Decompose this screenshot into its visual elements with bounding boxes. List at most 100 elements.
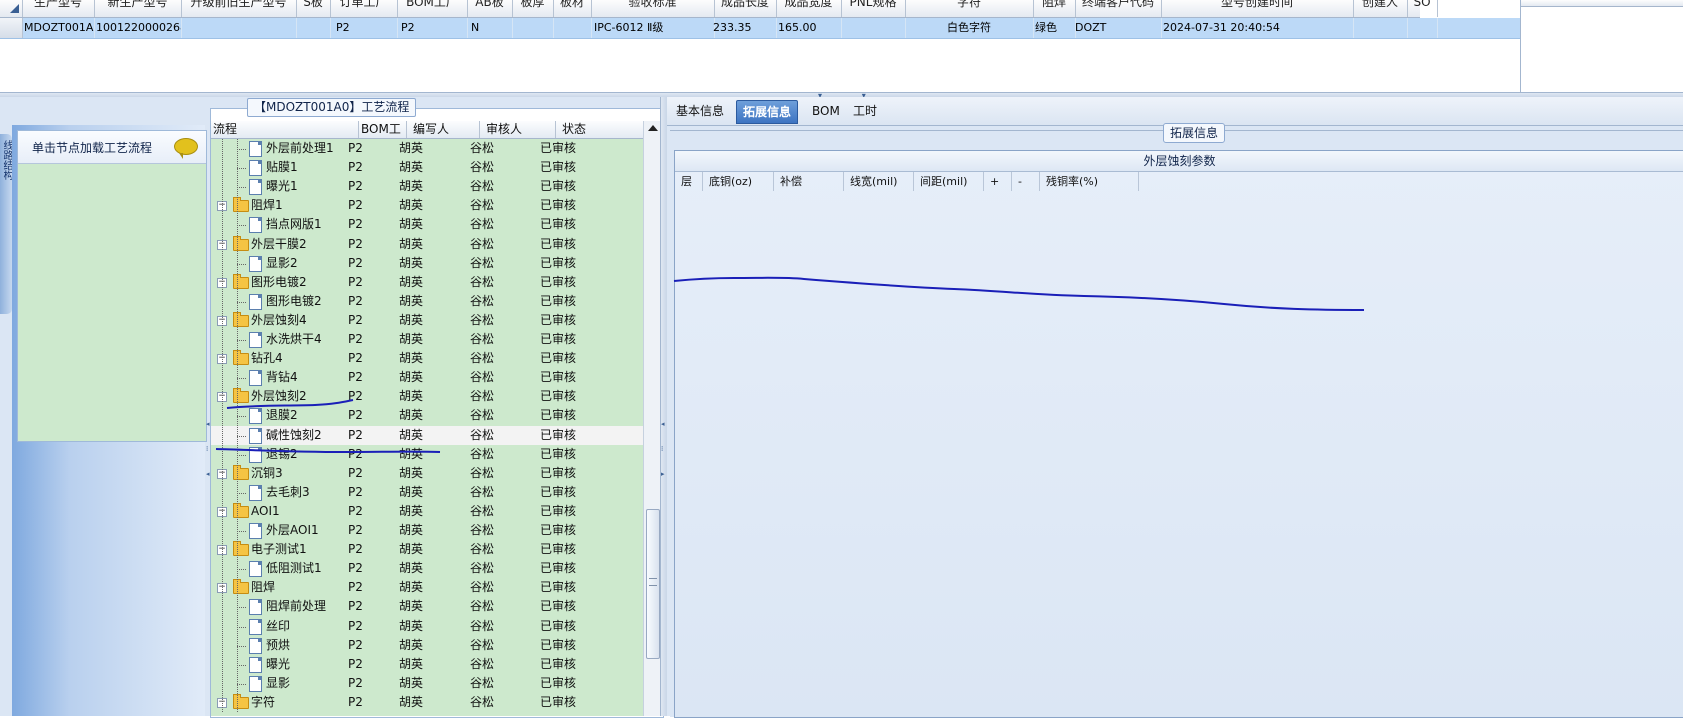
tree-leaf-node[interactable]: 阻焊前处理 P2 胡英 谷松 已审核 <box>211 597 643 616</box>
tree-group-node[interactable]: − 钻孔4 P2 胡英 谷松 已审核 <box>211 349 643 368</box>
tab-basic-info[interactable]: 基本信息 <box>670 100 730 122</box>
tree-group-node[interactable]: − 阻焊1 P2 胡英 谷松 已审核 <box>211 196 643 215</box>
cell-model[interactable]: MDOZT001A0 <box>24 18 95 38</box>
tree-leaf-node[interactable]: 去毛刺3 P2 胡英 谷松 已审核 <box>211 483 643 502</box>
col-header-char[interactable]: 字符 <box>905 0 1034 17</box>
tree-col-flow[interactable]: 流程 <box>211 121 359 138</box>
tab-work-hours[interactable]: 工时 <box>847 100 883 122</box>
col-header-order-factory[interactable]: 订单工厂 <box>330 0 398 17</box>
tree-leaf-node[interactable]: 显影 P2 胡英 谷松 已审核 <box>211 674 643 693</box>
cell-acceptance[interactable]: IPC-6012 Ⅱ级 <box>594 18 715 38</box>
tree-connector <box>237 225 246 227</box>
col-header-acceptance[interactable]: 验收标准 <box>591 0 715 17</box>
tree-cell-writer: 胡英 <box>399 503 424 518</box>
cell-so[interactable] <box>1407 18 1438 38</box>
col-header-material[interactable]: 板材 <box>553 0 592 17</box>
tree-cell-writer: 胡英 <box>399 274 424 289</box>
cell-bom-factory[interactable]: P2 <box>401 18 468 38</box>
tree-cell-status: 已审核 <box>540 389 577 404</box>
tree-leaf-node[interactable]: 碱性蚀刻2 P2 胡英 谷松 已审核 <box>211 425 643 445</box>
tab-bom[interactable]: BOM <box>806 100 846 122</box>
model-grid-row[interactable]: MDOZT001A0 10012200002686 P2 P2 N IPC-60… <box>0 18 1520 39</box>
col-header-model[interactable]: 生产型号 <box>22 0 95 17</box>
cell-char[interactable]: 白色字符 <box>905 18 1034 38</box>
tree-group-node[interactable]: − 沉铜3 P2 胡英 谷松 已审核 <box>211 464 643 483</box>
tree-group-node[interactable]: − 外层蚀刻4 P2 胡英 谷松 已审核 <box>211 311 643 330</box>
tree-leaf-node[interactable]: 挡点网版1 P2 胡英 谷松 已审核 <box>211 215 643 234</box>
col-header-solder-mask[interactable]: 阻焊 <box>1033 0 1076 17</box>
cell-length[interactable]: 233.35 <box>713 18 777 38</box>
tree-leaf-node[interactable]: 退锡2 P2 胡英 谷松 已审核 <box>211 445 643 464</box>
cell-material[interactable] <box>553 18 592 38</box>
col-header-created-time[interactable]: 型号创建时间 <box>1161 0 1354 17</box>
grid-corner[interactable] <box>0 0 23 17</box>
col-header-length[interactable]: 成品长度 <box>714 0 777 17</box>
tab-extended-info[interactable]: 拓展信息 <box>736 100 799 124</box>
col-header-old-model[interactable]: 升级前旧生产型号 <box>181 0 297 17</box>
tree-leaf-node[interactable]: 外层AOI1 P2 胡英 谷松 已审核 <box>211 521 643 540</box>
tree-group-node[interactable]: − 阻焊 P2 胡英 谷松 已审核 <box>211 578 643 597</box>
tree-group-node[interactable]: − 外层干膜2 P2 胡英 谷松 已审核 <box>211 235 643 254</box>
cell-s-board[interactable] <box>296 18 331 38</box>
tree-cell-status: 已审核 <box>540 351 577 366</box>
col-header-ab-board[interactable]: AB板 <box>467 0 513 17</box>
etch-col-compensation[interactable]: 补偿 <box>774 172 844 191</box>
tree-leaf-node[interactable]: 曝光 P2 胡英 谷松 已审核 <box>211 655 643 674</box>
tree-node-label: 阻焊 <box>251 580 276 595</box>
cell-new-model[interactable]: 10012200002686 <box>96 18 182 38</box>
tree-leaf-node[interactable]: 丝印 P2 胡英 谷松 已审核 <box>211 617 643 636</box>
etch-col-base-copper[interactable]: 底铜(oz) <box>703 172 774 191</box>
cell-solder-mask[interactable]: 绿色 <box>1035 18 1076 38</box>
etch-col-line-width[interactable]: 线宽(mil) <box>844 172 914 191</box>
tree-col-status[interactable]: 状态 <box>556 121 643 138</box>
tree-group-node[interactable]: − 电子测试1 P2 胡英 谷松 已审核 <box>211 540 643 559</box>
tree-group-node[interactable]: − 图形电镀2 P2 胡英 谷松 已审核 <box>211 273 643 292</box>
tree-leaf-node[interactable]: 曝光1 P2 胡英 谷松 已审核 <box>211 177 643 196</box>
tree-vertical-scrollbar[interactable] <box>643 121 661 716</box>
tree-col-reviewer[interactable]: 审核人 <box>480 121 556 138</box>
tree-leaf-node[interactable]: 背钻4 P2 胡英 谷松 已审核 <box>211 368 643 387</box>
col-header-creator[interactable]: 创建人 <box>1353 0 1408 17</box>
cell-order-factory[interactable]: P2 <box>336 18 398 38</box>
cell-width[interactable]: 165.00 <box>778 18 842 38</box>
tree-leaf-node[interactable]: 外层前处理1 P2 胡英 谷松 已审核 <box>211 139 643 158</box>
etch-col-minus[interactable]: - <box>1012 172 1040 191</box>
tree-cell-reviewer: 谷松 <box>470 293 495 308</box>
cell-customer-code[interactable]: DOZT <box>1075 18 1162 38</box>
etch-col-residual-copper[interactable]: 残铜率(%) <box>1040 172 1139 191</box>
col-header-so[interactable]: SO <box>1407 0 1438 17</box>
cell-old-model[interactable] <box>181 18 297 38</box>
tree-leaf-node[interactable]: 图形电镀2 P2 胡英 谷松 已审核 <box>211 292 643 311</box>
tree-leaf-node[interactable]: 退膜2 P2 胡英 谷松 已审核 <box>211 406 643 425</box>
tree-group-node[interactable]: − 外层蚀刻2 P2 胡英 谷松 已审核 <box>211 387 643 406</box>
row-selector[interactable] <box>0 18 23 38</box>
col-header-customer-code[interactable]: 终端客户代码 <box>1075 0 1162 17</box>
etch-col-spacing[interactable]: 间距(mil) <box>914 172 984 191</box>
col-header-s-board[interactable]: S板 <box>296 0 331 17</box>
tree-col-bom-factory[interactable]: BOM工厂 <box>359 121 407 153</box>
cell-created-time[interactable]: 2024-07-31 20:40:54 <box>1163 18 1354 38</box>
cell-thickness[interactable] <box>512 18 554 38</box>
tree-leaf-node[interactable]: 低阻测试1 P2 胡英 谷松 已审核 <box>211 559 643 578</box>
scrollbar-thumb[interactable] <box>646 509 660 659</box>
etch-col-plus[interactable]: + <box>984 172 1012 191</box>
tree-leaf-node[interactable]: 显影2 P2 胡英 谷松 已审核 <box>211 254 643 273</box>
col-header-width[interactable]: 成品宽度 <box>776 0 842 17</box>
tree-col-writer[interactable]: 编写人 <box>407 121 480 138</box>
scroll-up-arrow-icon[interactable] <box>648 125 658 131</box>
tree-connector <box>237 531 246 532</box>
col-header-bom-factory[interactable]: BOM工厂 <box>397 0 468 17</box>
cell-pnl[interactable] <box>841 18 906 38</box>
tree-leaf-node[interactable]: 预烘 P2 胡英 谷松 已审核 <box>211 636 643 655</box>
tree-leaf-node[interactable]: 水洗烘干4 P2 胡英 谷松 已审核 <box>211 330 643 349</box>
tree-group-node[interactable]: − AOI1 P2 胡英 谷松 已审核 <box>211 502 643 521</box>
tree-leaf-node[interactable]: 贴膜1 P2 胡英 谷松 已审核 <box>211 158 643 177</box>
col-header-thickness[interactable]: 板厚 <box>512 0 554 17</box>
tree-group-node[interactable]: − 字符 P2 胡英 谷松 已审核 <box>211 693 643 712</box>
etch-col-layer[interactable]: 层 <box>675 172 703 191</box>
side-tab-line-structure[interactable]: 线路结构 <box>0 134 12 314</box>
col-header-new-model[interactable]: 新生产型号 <box>94 0 182 17</box>
cell-creator[interactable] <box>1353 18 1408 38</box>
cell-ab-board[interactable]: N <box>471 18 513 38</box>
col-header-pnl[interactable]: PNL规格 <box>841 0 906 17</box>
